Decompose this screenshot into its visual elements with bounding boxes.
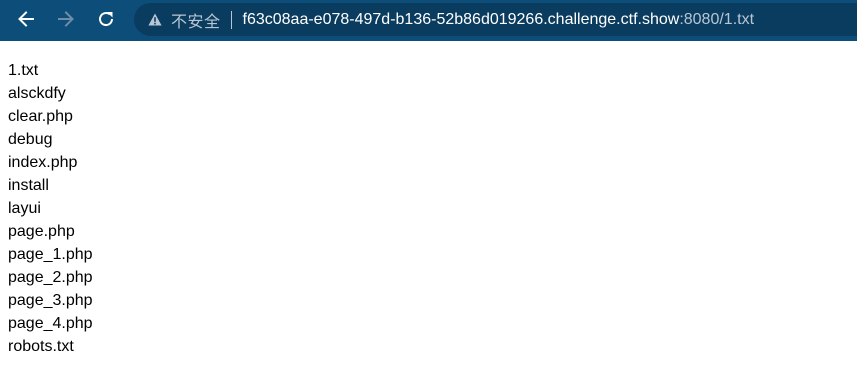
url-path: :8080/1.txt [679, 10, 755, 28]
address-bar[interactable]: 不安全 f63c08aa-e078-497d-b136-52b86d019266… [134, 3, 857, 36]
list-item: install [8, 177, 49, 194]
list-item: layui [8, 200, 41, 217]
browser-toolbar: 不安全 f63c08aa-e078-497d-b136-52b86d019266… [0, 0, 857, 41]
forward-button[interactable] [56, 9, 76, 29]
back-button[interactable] [16, 9, 36, 29]
reload-icon [99, 12, 114, 27]
address-divider [230, 10, 232, 29]
list-item: page.php [8, 223, 75, 240]
arrow-right-icon [58, 11, 74, 27]
list-item: page_2.php [8, 269, 93, 286]
list-item: page_3.php [8, 292, 93, 309]
warning-triangle-icon[interactable] [147, 12, 163, 28]
list-item: index.php [8, 154, 78, 171]
list-item: page_4.php [8, 315, 93, 332]
page-content: 1.txt alsckdfy clear.php debug index.php… [8, 59, 93, 358]
arrow-left-icon [18, 11, 34, 27]
url-host: f63c08aa-e078-497d-b136-52b86d019266.cha… [242, 10, 680, 28]
list-item: alsckdfy [8, 85, 66, 102]
list-item: 1.txt [8, 62, 39, 79]
list-item: page_1.php [8, 246, 93, 263]
list-item: clear.php [8, 108, 73, 125]
reload-button[interactable] [96, 9, 116, 29]
security-label[interactable]: 不安全 [171, 8, 221, 32]
list-item: robots.txt [8, 338, 74, 355]
list-item: debug [8, 131, 53, 148]
